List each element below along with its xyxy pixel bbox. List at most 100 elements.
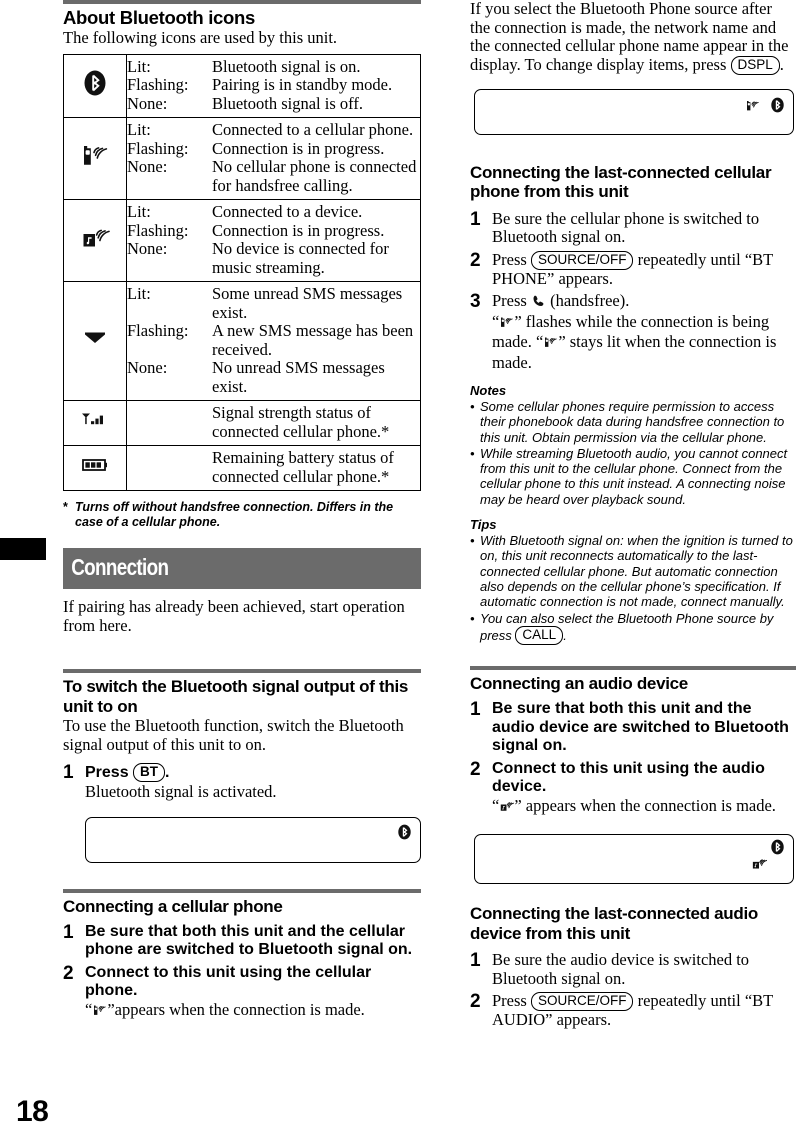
- signal-strength-icon: [63, 400, 127, 446]
- tip-text-after: .: [563, 627, 567, 643]
- state-desc: No device is connected for music streami…: [212, 239, 389, 277]
- press-label: Press: [492, 991, 527, 1011]
- detail-suffix: ”appears when the connection is made.: [107, 999, 365, 1019]
- step-number: 1: [470, 950, 481, 972]
- state-desc: Connection is in progress.: [212, 138, 385, 158]
- tip-text: With Bluetooth signal on: when the ignit…: [480, 533, 793, 610]
- step-item: 2 Connect to this unit using the audio d…: [470, 758, 796, 818]
- state-desc: A new SMS message has been received.: [212, 321, 414, 359]
- edge-tab-marker: [0, 538, 46, 560]
- connection-banner-label: Connection: [63, 548, 421, 589]
- step-instruction: Connect to this unit using the cellular …: [85, 963, 372, 1000]
- bullet: •: [470, 399, 475, 414]
- table-cell-description: Signal strength status of connected cell…: [126, 400, 421, 446]
- state-desc: Remaining battery status of connected ce…: [212, 448, 394, 486]
- step-item: 1 Be sure the audio device is switched t…: [470, 951, 796, 988]
- intro-text-part2: .: [779, 54, 784, 74]
- right-column: If you select the Bluetooth Phone source…: [470, 0, 796, 1034]
- rule-top-left: [63, 0, 421, 4]
- state-label: Lit:: [127, 56, 151, 76]
- step-press-label: Press: [85, 764, 129, 781]
- detail-suffix: ” appears when the connection is made.: [514, 795, 776, 815]
- state-desc: Some unread SMS messages exist.: [212, 284, 403, 322]
- switch-signal-body: To use the Bluetooth function, switch th…: [63, 716, 404, 754]
- step-number: 2: [470, 991, 481, 1013]
- connection-banner: Connection: [63, 548, 421, 589]
- tips-heading: Tips: [470, 517, 497, 533]
- display-box-audio-connected: [474, 834, 794, 885]
- footnote-marker: *: [63, 500, 68, 514]
- state-label: Flashing:: [127, 321, 189, 340]
- step-text: Be sure the cellular phone is switched t…: [492, 208, 760, 246]
- section-heading-connecting-audio-device: Connecting an audio device: [470, 673, 688, 693]
- quote-open: “: [492, 795, 500, 815]
- state-label: [127, 404, 212, 441]
- rule-connect-phone: [63, 889, 421, 893]
- state-label: Flashing:: [127, 75, 189, 94]
- rule-audio-device: [470, 665, 796, 670]
- display-box-bluetooth: [85, 817, 421, 863]
- audio-device-signal-icon: [499, 799, 515, 818]
- audio-device-signal-icon: [751, 857, 767, 876]
- call-key[interactable]: CALL: [515, 625, 564, 645]
- step-number: 1: [470, 208, 481, 230]
- step-number: 1: [63, 921, 74, 943]
- bullet: •: [470, 445, 475, 461]
- battery-icon: [63, 445, 127, 491]
- state-desc: Bluetooth signal is off.: [212, 93, 363, 113]
- section-heading-connecting-cellular-phone: Connecting a cellular phone: [63, 897, 283, 916]
- footnote: * Turns off without handsfree connection…: [63, 500, 421, 530]
- step-item: 2 Press SOURCE/OFF repeatedly until “BT …: [470, 992, 796, 1030]
- manual-page: 18 About Bluetooth icons The following i…: [0, 0, 797, 1143]
- press-label: Press: [492, 249, 527, 269]
- bluetooth-icon: [398, 824, 411, 845]
- step-instruction: Connect to this unit using the audio dev…: [492, 759, 765, 796]
- list-item: • With Bluetooth signal on: when the igni…: [470, 533, 796, 609]
- step-instruction: Press BT.: [85, 763, 421, 783]
- tips-list: • With Bluetooth signal on: when the igni…: [470, 533, 796, 645]
- page-title: About Bluetooth icons: [63, 7, 256, 28]
- press-label: Press: [492, 291, 527, 310]
- cellular-phone-signal-icon: [543, 335, 558, 354]
- state-desc: Signal strength status of connected cell…: [212, 403, 390, 441]
- step-detail: “ ” appears when the connection is made.: [492, 795, 796, 818]
- step-number: 2: [470, 758, 481, 780]
- list-item: • While streaming Bluetooth audio, you ca…: [470, 446, 796, 507]
- page-number: 18: [16, 1095, 49, 1128]
- step-number: 3: [470, 291, 481, 312]
- step-text: Press SOURCE/OFF repeatedly until “BT AU…: [492, 992, 796, 1030]
- quote-open: “: [492, 311, 500, 331]
- cellular-phone-signal-icon: [745, 99, 760, 118]
- display-box-phone-connected: [474, 88, 794, 135]
- note-text: While streaming Bluetooth audio, you can…: [480, 445, 788, 507]
- list-item: • Some cellular phones require permission…: [470, 399, 796, 445]
- step-instruction: Be sure that both this unit and the audi…: [492, 700, 789, 755]
- table-cell-description: Lit: Some unread SMS messages exist. Flas…: [126, 281, 421, 401]
- source-off-key[interactable]: SOURCE/OFF: [530, 992, 634, 1012]
- section-heading-switch-signal: To switch the Bluetooth signal output of…: [63, 677, 409, 716]
- bt-key[interactable]: BT: [133, 763, 166, 782]
- step-number: 1: [470, 699, 481, 721]
- source-off-key[interactable]: SOURCE/OFF: [530, 250, 634, 270]
- step-text: Press SOURCE/OFF repeatedly until “BT PH…: [492, 249, 796, 289]
- quote-open: “: [85, 999, 93, 1019]
- state-desc: Bluetooth signal is on.: [212, 56, 361, 76]
- step-number: 2: [470, 249, 481, 271]
- step-item: 1 Be sure that both this unit and the ce…: [63, 921, 421, 960]
- notes-heading: Notes: [470, 383, 507, 398]
- table-row: Remaining battery status of connected ce…: [63, 445, 421, 491]
- section-heading-last-connected-audio: Connecting the last-connected audio devi…: [470, 904, 758, 943]
- intro-text: The following icons are used by this uni…: [63, 28, 338, 47]
- table-cell-description: Lit: Bluetooth signal is on. Flashing: Pai…: [126, 53, 421, 118]
- step-detail: “ ” flashes while the connection is bein…: [492, 311, 796, 373]
- state-label: Flashing:: [127, 138, 189, 158]
- state-label: None:: [127, 358, 168, 377]
- state-label: Lit:: [127, 120, 151, 139]
- dspl-key[interactable]: DSPL: [730, 55, 780, 75]
- bluetooth-icon: [63, 53, 127, 118]
- handset-icon[interactable]: [531, 294, 546, 313]
- state-label: None:: [127, 157, 168, 176]
- notes-list: • Some cellular phones require permission…: [470, 399, 796, 507]
- step-number: 2: [63, 962, 74, 984]
- note-text: Some cellular phones require permission …: [480, 399, 785, 445]
